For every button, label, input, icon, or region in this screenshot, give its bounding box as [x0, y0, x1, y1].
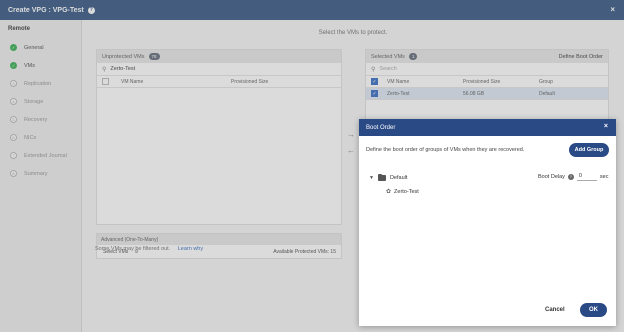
close-icon[interactable]: × — [604, 123, 608, 130]
boot-vm-item[interactable]: ✿ Zerto-Test — [386, 188, 419, 196]
dialog-title: Boot Order — [366, 124, 396, 131]
boot-delay: Boot Delay ? sec — [538, 172, 608, 181]
dialog-description: Define the boot order of groups of VMs w… — [366, 147, 525, 153]
boot-order-dialog: Boot Order × Define the boot order of gr… — [359, 119, 616, 326]
boot-delay-unit: sec — [599, 173, 609, 180]
boot-delay-label: Boot Delay — [538, 173, 565, 180]
dialog-footer: Cancel OK — [359, 302, 616, 326]
folder-icon — [377, 173, 386, 181]
vm-icon: ✿ — [386, 189, 392, 195]
add-group-button[interactable]: Add Group — [569, 143, 609, 157]
ok-button[interactable]: OK — [580, 303, 607, 317]
group-name: Default — [389, 175, 408, 181]
vm-name: Zerto-Test — [394, 188, 419, 195]
cancel-button[interactable]: Cancel — [545, 307, 565, 313]
help-icon[interactable]: ? — [567, 173, 574, 180]
dialog-header: Boot Order × — [359, 119, 616, 136]
boot-delay-input[interactable] — [576, 172, 597, 181]
chevron-down-icon[interactable]: ▼ — [369, 175, 374, 181]
